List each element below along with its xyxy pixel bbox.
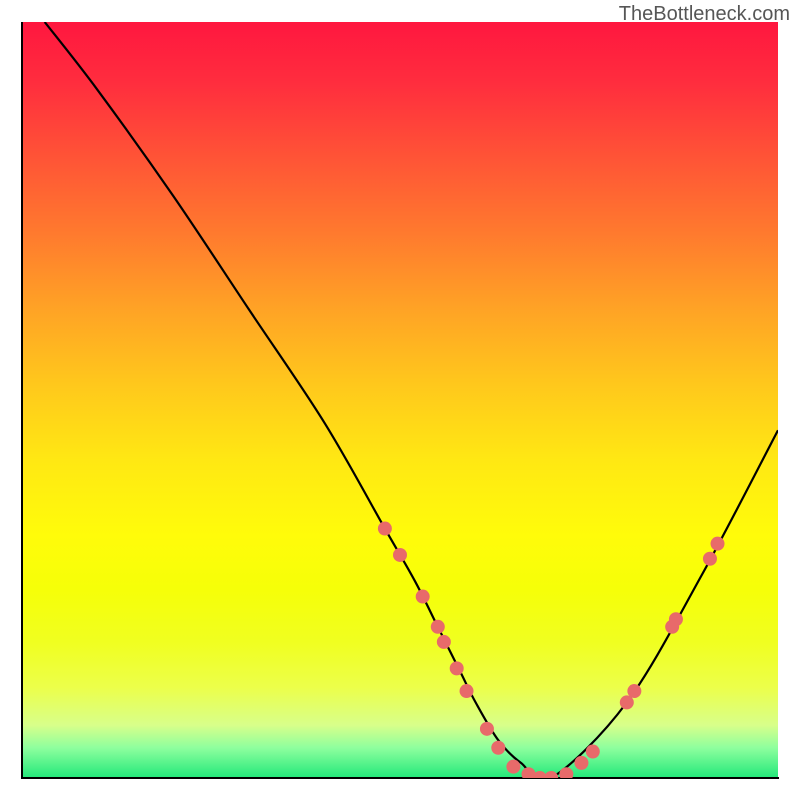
chart-container: TheBottleneck.com bbox=[0, 0, 800, 800]
data-point-marker bbox=[586, 745, 600, 759]
data-point-marker bbox=[431, 620, 445, 634]
data-point-marker bbox=[378, 522, 392, 536]
data-point-marker bbox=[450, 661, 464, 675]
data-point-marker bbox=[544, 771, 558, 778]
data-point-marker bbox=[669, 612, 683, 626]
data-point-marker bbox=[393, 548, 407, 562]
data-point-marker bbox=[559, 767, 573, 778]
data-point-marker bbox=[574, 756, 588, 770]
chart-svg bbox=[22, 22, 778, 778]
data-point-marker bbox=[416, 590, 430, 604]
data-point-marker bbox=[711, 537, 725, 551]
bottleneck-curve bbox=[45, 22, 778, 778]
data-point-marker bbox=[491, 741, 505, 755]
data-markers bbox=[378, 522, 725, 778]
data-point-marker bbox=[437, 635, 451, 649]
data-point-marker bbox=[627, 684, 641, 698]
data-point-marker bbox=[460, 684, 474, 698]
data-point-marker bbox=[703, 552, 717, 566]
data-point-marker bbox=[480, 722, 494, 736]
data-point-marker bbox=[506, 760, 520, 774]
